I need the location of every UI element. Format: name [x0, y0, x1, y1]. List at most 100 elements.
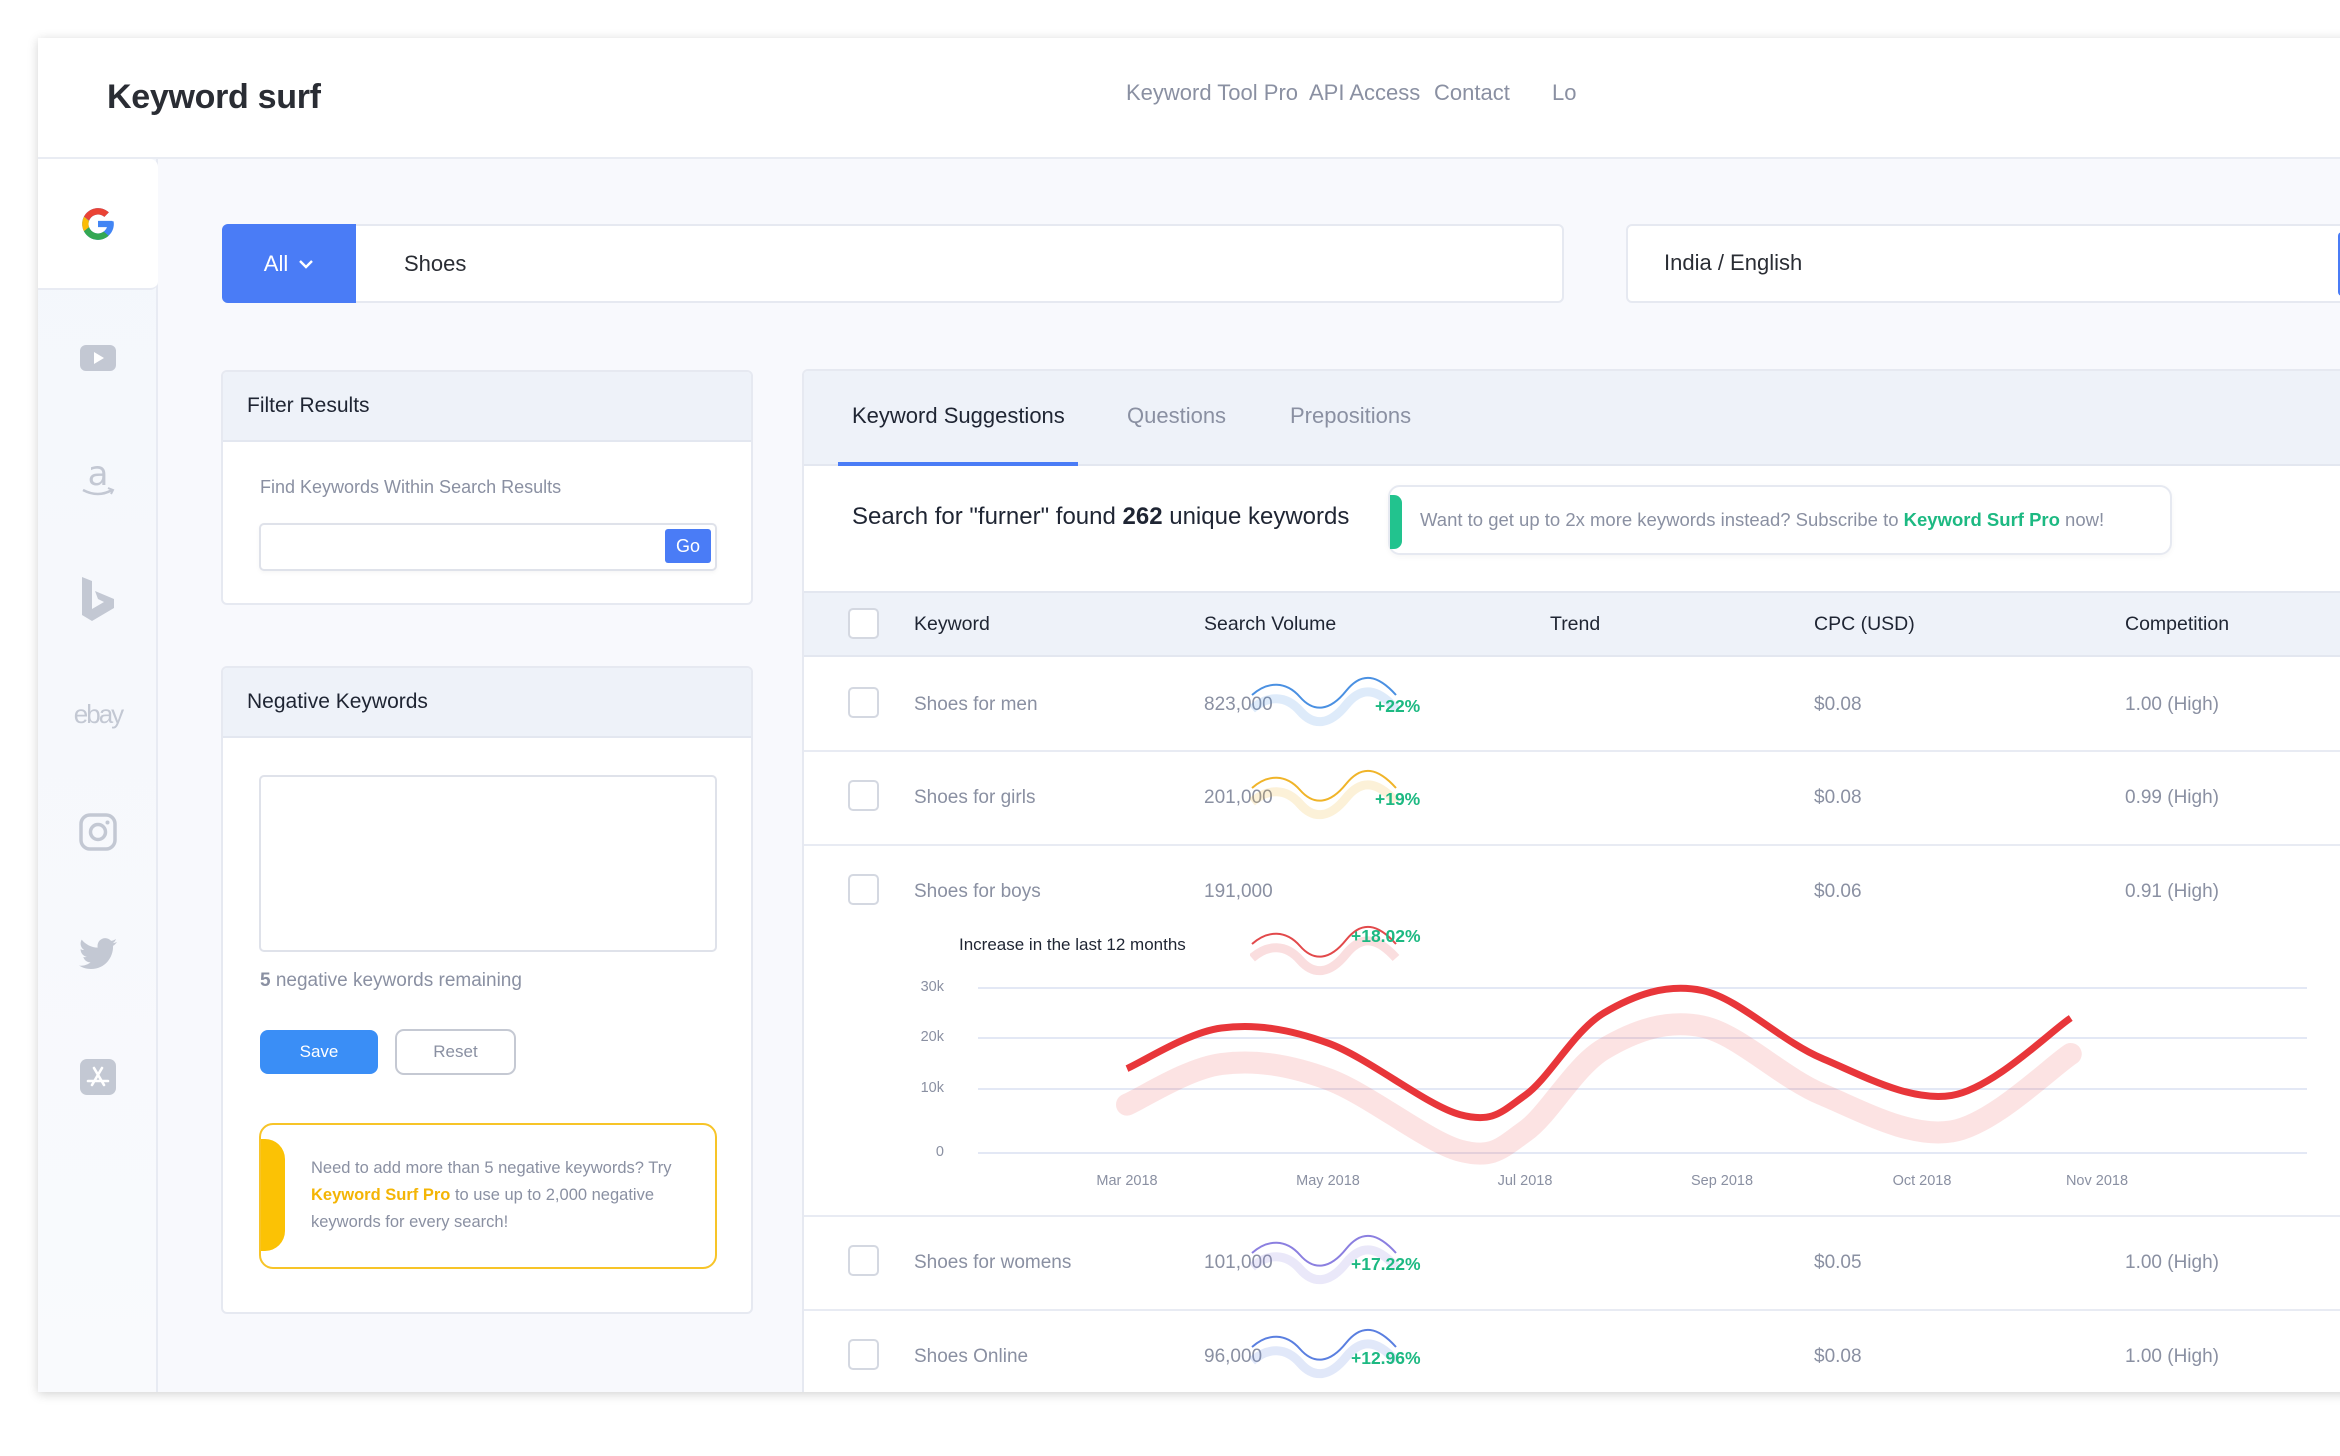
sidebar-item-twitter[interactable] [38, 904, 158, 1004]
cpc-cell: $0.08 [1814, 694, 1862, 715]
pro-upsell-box: Need to add more than 5 negative keyword… [259, 1123, 717, 1269]
select-all-checkbox[interactable] [848, 608, 879, 639]
tab-prepositions[interactable]: Prepositions [1290, 403, 1411, 429]
filter-results-title: Filter Results [223, 372, 751, 442]
bing-icon [82, 577, 114, 621]
search-bar: All [222, 224, 1564, 303]
app-store-icon [80, 1059, 116, 1095]
keyword-search-input[interactable] [404, 226, 1504, 301]
col-search-volume[interactable]: Search Volume [1204, 613, 1336, 636]
app-window: Keyword surf Keyword Tool Pro API Access… [38, 38, 2340, 1392]
country-language-select[interactable]: India / English [1626, 224, 2340, 303]
competition-cell: 1.00 (High) [2125, 1252, 2219, 1273]
row-checkbox[interactable] [848, 1339, 879, 1370]
negative-keywords-textarea[interactable] [259, 775, 717, 952]
banner-text-pre: Want to get up to 2x more keywords inste… [1420, 509, 1904, 530]
sidebar-item-youtube[interactable] [38, 308, 158, 408]
row-checkbox[interactable] [848, 1245, 879, 1276]
results-card: Keyword Suggestions Questions Prepositio… [802, 369, 2340, 1392]
summary-pre: Search for "furner" found [852, 503, 1123, 530]
promo-text-pre: Need to add more than 5 negative keyword… [311, 1159, 672, 1177]
nav-api-access[interactable]: API Access [1309, 80, 1420, 106]
negative-keywords-title: Negative Keywords [223, 668, 751, 738]
sidebar-item-app-store[interactable] [38, 1027, 158, 1127]
col-keyword[interactable]: Keyword [914, 613, 990, 636]
negative-keywords-card: Negative Keywords 5 negative keywords re… [221, 666, 753, 1314]
svg-text:a: a [88, 457, 109, 494]
scope-label: All [263, 250, 289, 276]
cpc-cell: $0.05 [1814, 1252, 1862, 1273]
nav-login[interactable]: Lo [1552, 80, 1576, 106]
results-tabs: Keyword Suggestions Questions Prepositio… [804, 371, 2340, 466]
filter-results-card: Filter Results Find Keywords Within Sear… [221, 370, 753, 605]
banner-pro-link[interactable]: Keyword Surf Pro [1904, 509, 2060, 530]
table-row: Shoes for girls 201,000 +19% $0.08 0.99 (Hig… [804, 752, 2340, 846]
pro-subscribe-banner: Want to get up to 2x more keywords inste… [1388, 485, 2172, 555]
reset-button[interactable]: Reset [395, 1029, 516, 1075]
keyword-cell[interactable]: Shoes for girls [914, 787, 1035, 809]
ebay-icon: ebay [73, 698, 124, 729]
promo-accent-bar [261, 1139, 285, 1251]
keyword-cell[interactable]: Shoes for men [914, 694, 1038, 716]
sidebar-item-amazon[interactable]: a [38, 429, 158, 529]
cpc-cell: $0.08 [1814, 787, 1862, 808]
trend-percent: +19% [1375, 789, 1421, 809]
chevron-down-icon [299, 259, 314, 269]
remaining-text: negative keywords remaining [270, 970, 522, 991]
col-competition[interactable]: Competition [2125, 613, 2229, 636]
filter-keywords-input[interactable] [261, 525, 661, 569]
row-checkbox[interactable] [848, 780, 879, 811]
table-row: Shoes Online 96,000 +12.96% $0.08 1.00 (High… [804, 1311, 2340, 1392]
country-language-value: India / English [1664, 250, 1803, 275]
competition-cell: 1.00 (High) [2125, 1346, 2219, 1367]
promo-pro-link[interactable]: Keyword Surf Pro [311, 1186, 450, 1204]
cpc-cell: $0.08 [1814, 1346, 1862, 1367]
competition-cell: 1.00 (High) [2125, 694, 2219, 715]
youtube-icon [80, 345, 116, 371]
instagram-icon [79, 813, 117, 851]
remaining-count: 5 [260, 970, 271, 991]
tab-keyword-suggestions[interactable]: Keyword Suggestions [852, 403, 1065, 429]
filter-label: Find Keywords Within Search Results [260, 477, 562, 497]
col-cpc[interactable]: CPC (USD) [1814, 613, 1915, 636]
sidebar-item-ebay[interactable]: ebay [38, 664, 158, 764]
col-trend[interactable]: Trend [1550, 613, 1600, 636]
table-row: Shoes for womens 101,000 +17.22% $0.05 1.00 … [804, 1217, 2340, 1311]
trend-chart [978, 984, 2307, 1165]
banner-accent-bar [1390, 495, 1402, 549]
competition-cell: 0.99 (High) [2125, 787, 2219, 808]
table-row: Shoes for boys 191,000 +18.02% $0.06 0.91 (H… [804, 846, 2340, 1217]
banner-text-post: now! [2059, 509, 2105, 530]
amazon-icon: a [82, 457, 115, 496]
filter-go-button[interactable]: Go [665, 529, 711, 563]
table-row: Shoes for men 823,000 +22% $0.08 1.00 (High) [804, 659, 2340, 752]
app-logo[interactable]: Keyword surf [107, 78, 321, 117]
active-tab-indicator [838, 462, 1078, 466]
nav-keyword-tool-pro[interactable]: Keyword Tool Pro [1126, 80, 1298, 106]
sidebar-item-instagram[interactable] [38, 782, 158, 882]
top-header: Keyword surf Keyword Tool Pro API Access… [38, 38, 2340, 159]
summary-post: unique keywords [1162, 503, 1350, 530]
trend-percent: +22% [1375, 696, 1421, 716]
banner-text: Want to get up to 2x more keywords inste… [1420, 509, 2104, 531]
sidebar-item-bing[interactable] [38, 549, 158, 649]
trend-percent: +12.96% [1351, 1348, 1421, 1368]
save-button[interactable]: Save [260, 1030, 378, 1074]
keyword-cell[interactable]: Shoes Online [914, 1346, 1028, 1368]
filter-input-wrapper: Go [259, 523, 717, 571]
keyword-cell[interactable]: Shoes for womens [914, 1252, 1071, 1274]
keyword-count: 262 [1122, 503, 1163, 530]
results-summary: Search for "furner" found 262 unique key… [852, 503, 1349, 531]
promo-text: Need to add more than 5 negative keyword… [311, 1155, 711, 1236]
twitter-icon [79, 938, 117, 970]
sidebar-item-google[interactable] [38, 159, 158, 290]
negative-keywords-remaining: 5 negative keywords remaining [260, 970, 522, 992]
nav-contact[interactable]: Contact [1434, 80, 1510, 106]
tab-questions[interactable]: Questions [1127, 403, 1226, 429]
google-icon [82, 207, 114, 240]
row-checkbox[interactable] [848, 687, 879, 718]
platform-sidebar: a ebay [38, 159, 158, 1392]
trend-percent: +17.22% [1351, 1254, 1421, 1274]
table-header: Keyword Search Volume Trend CPC (USD) Co… [804, 591, 2340, 657]
scope-dropdown[interactable]: All [222, 224, 356, 303]
